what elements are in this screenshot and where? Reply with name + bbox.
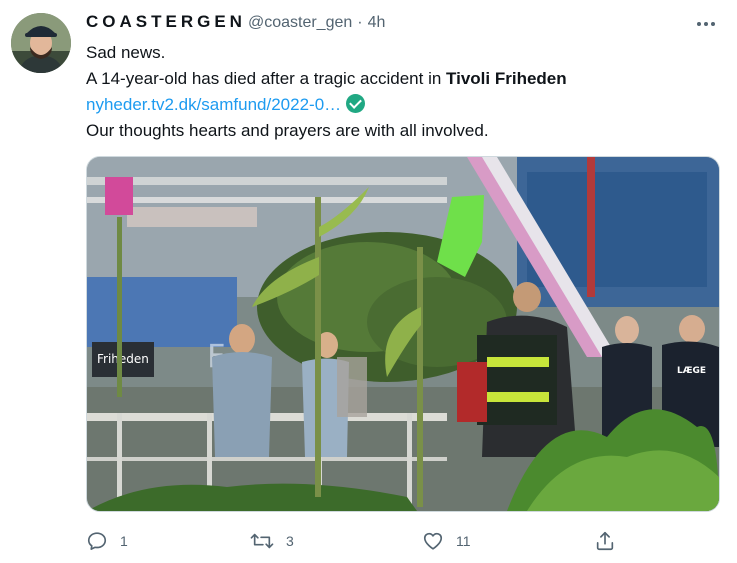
tweet-text: Sad news. A 14-year-old has died after a… (86, 40, 726, 144)
tweet-line-4: Our thoughts hearts and prayers are with… (86, 121, 489, 140)
retweet-count: 3 (286, 533, 294, 549)
share-button[interactable] (594, 527, 616, 555)
tweet-actions: 1 3 11 (86, 527, 626, 555)
tweet-line-3: nyheder.tv2.dk/samfund/2022-0… (86, 92, 726, 118)
like-count: 11 (456, 533, 471, 549)
tweet-line-2-text: A 14-year-old has died after a tragic ac… (86, 69, 447, 88)
tweet-header: COASTERGEN @coaster_gen · 4h (86, 12, 385, 36)
more-icon-dot (711, 22, 715, 26)
avatar[interactable] (11, 13, 71, 73)
park-sign-text: Friheden (97, 352, 149, 366)
avatar-image (11, 13, 71, 73)
retweet-button[interactable]: 3 (250, 527, 294, 555)
tweet-line-2: A 14-year-old has died after a tragic ac… (86, 66, 726, 92)
more-icon-dot (697, 22, 701, 26)
vest-text: LÆGE (677, 366, 706, 376)
article-link[interactable]: nyheder.tv2.dk/samfund/2022-0… (86, 95, 341, 114)
retweet-icon (250, 533, 274, 549)
heart-icon (423, 532, 443, 550)
display-name[interactable]: COASTERGEN (86, 12, 246, 32)
photo-scene: Friheden F (87, 157, 719, 511)
like-button[interactable]: 11 (422, 527, 471, 555)
more-icon-dot (704, 22, 708, 26)
timestamp[interactable]: 4h (368, 14, 386, 32)
reply-button[interactable]: 1 (86, 527, 128, 555)
header-separator: · (357, 14, 363, 31)
tweet[interactable]: COASTERGEN @coaster_gen · 4h Sad news. A… (0, 0, 737, 563)
tweet-photo[interactable]: Friheden F (86, 156, 720, 512)
user-handle[interactable]: @coaster_gen (248, 14, 352, 32)
share-icon (596, 531, 614, 551)
reply-count: 1 (120, 533, 128, 549)
more-options-button[interactable] (690, 12, 722, 36)
reply-icon (87, 532, 107, 550)
tweet-line-1: Sad news. (86, 43, 166, 62)
verified-check-icon (346, 94, 366, 113)
tweet-line-2-bold: Tivoli Friheden (446, 69, 567, 88)
